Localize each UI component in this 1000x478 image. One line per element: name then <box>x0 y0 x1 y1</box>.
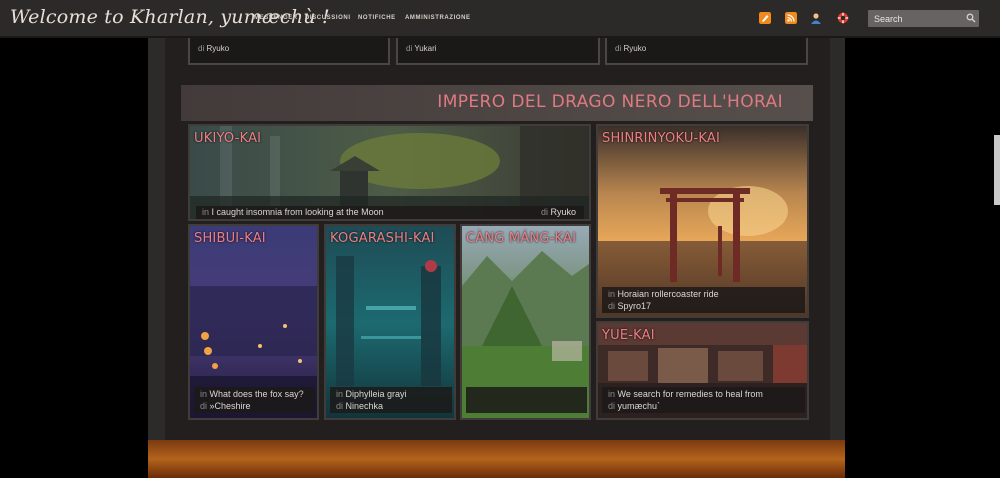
last-post-link[interactable]: in What does the fox say? <box>200 388 315 400</box>
forum-title[interactable]: SHINRINYOKU-KAI <box>602 131 720 146</box>
forum-cang-mang-kai[interactable]: CÀNG MÁNG-KAI <box>460 224 591 420</box>
last-post-box: in Diphylleia grayi di Ninechka <box>330 387 452 413</box>
last-post-author[interactable]: di Ryuko <box>541 206 576 218</box>
category-header[interactable]: IMPERO DEL DRAGO NERO DELL'HORAI <box>181 85 813 121</box>
nav-discussioni[interactable]: DISCUSSIONI <box>305 15 351 21</box>
last-post-author[interactable]: di »Cheshire <box>200 400 315 412</box>
last-post-link[interactable]: in I caught insomnia from looking at the… <box>202 206 584 218</box>
user-icon[interactable] <box>810 12 822 24</box>
page-scrollbar[interactable] <box>994 135 1000 205</box>
nav-notifiche[interactable]: NOTIFICHE <box>358 15 396 21</box>
last-post-author[interactable]: di yumæchu` <box>608 400 805 412</box>
search-icon[interactable] <box>966 13 976 23</box>
forum-title[interactable]: CÀNG MÁNG-KAI <box>466 231 576 246</box>
last-post-link[interactable]: in Diphylleia grayi <box>336 388 452 400</box>
right-background <box>845 38 1000 478</box>
forum-card-partial[interactable]: di Yukari <box>396 38 600 65</box>
lifebuoy-icon[interactable] <box>837 12 849 24</box>
notepad-icon[interactable] <box>759 12 771 24</box>
last-post-author: di Yukari <box>406 44 437 53</box>
nav-messenger[interactable]: MESSENGER <box>254 15 298 21</box>
nav-amministrazione[interactable]: AMMINISTRAZIONE <box>405 15 471 21</box>
last-post-author: di Ryuko <box>198 44 230 53</box>
last-post-box: in What does the fox say? di »Cheshire <box>194 387 315 413</box>
last-post-author[interactable]: di Spyro17 <box>608 300 805 312</box>
last-post-author[interactable]: di Ninechka <box>336 400 452 412</box>
forum-card-partial[interactable]: di Ryuko <box>605 38 808 65</box>
last-post-link[interactable]: in We search for remedies to heal from <box>608 388 805 400</box>
forum-title[interactable]: YUE-KAI <box>602 328 655 343</box>
forum-title[interactable]: KOGARASHI-KAI <box>330 231 435 246</box>
rss-icon[interactable] <box>785 12 797 24</box>
search-box[interactable] <box>868 10 979 27</box>
last-post-link[interactable]: in Horaian rollercoaster ride <box>608 288 805 300</box>
left-background <box>0 38 148 478</box>
last-post-box: in Horaian rollercoaster ride di Spyro17 <box>602 287 805 313</box>
forum-yue-kai[interactable]: YUE-KAI in We search for remedies to hea… <box>596 321 809 420</box>
forum-title[interactable]: UKIYO-KAI <box>194 131 261 146</box>
category-title: IMPERO DEL DRAGO NERO DELL'HORAI <box>437 92 783 112</box>
last-post-box: in I caught insomnia from looking at the… <box>196 206 584 219</box>
forum-title[interactable]: SHIBUI-KAI <box>194 231 266 246</box>
forum-shibui-kai[interactable]: SHIBUI-KAI in What does the fox say? di … <box>188 224 319 420</box>
next-category-banner <box>148 440 845 478</box>
forum-card-partial[interactable]: di Ryuko <box>188 38 390 65</box>
last-post-box <box>466 387 587 413</box>
last-post-author: di Ryuko <box>615 44 647 53</box>
search-input[interactable] <box>874 10 962 27</box>
top-navigation-bar: Welcome to Kharlan, yumæchù ! MESSENGER … <box>0 0 1000 38</box>
last-post-box: in We search for remedies to heal from d… <box>602 387 805 413</box>
forum-ukiyo-kai[interactable]: UKIYO-KAI in I caught insomnia from look… <box>188 124 591 221</box>
forum-kogarashi-kai[interactable]: KOGARASHI-KAI in Diphylleia grayi di Nin… <box>324 224 456 420</box>
forum-shinrinyoku-kai[interactable]: SHINRINYOKU-KAI in Horaian rollercoaster… <box>596 124 809 318</box>
